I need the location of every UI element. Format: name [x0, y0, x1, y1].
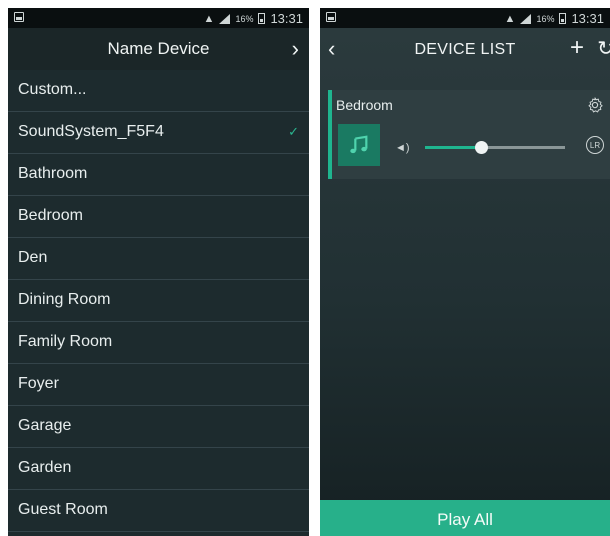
list-item[interactable]: Garage [8, 406, 309, 448]
refresh-icon[interactable]: ↻ [597, 36, 610, 61]
page-title: DEVICE LIST [414, 41, 516, 58]
title-bar: Name Device › [8, 28, 309, 70]
wifi-icon: ▲ [203, 12, 215, 25]
list-item[interactable]: Guest Room [8, 490, 309, 532]
status-bar: ▲ 16% 13:31 [8, 8, 309, 28]
list-item[interactable]: Dining Room [8, 280, 309, 322]
chevron-right-icon[interactable]: › [292, 36, 299, 62]
device-name: Bedroom [336, 97, 393, 113]
list-item-label: SoundSystem_F5F4 [18, 123, 164, 140]
device-list-screen: ▲ 16% 13:31 ‹ DEVICE LIST + ↻ Bedroom ◄) [320, 8, 610, 536]
name-device-screen: ▲ 16% 13:31 Name Device › Custom... Sound… [8, 8, 309, 536]
battery-percent: 16% [536, 13, 555, 24]
battery-icon [258, 13, 266, 24]
list-item-label: Garden [18, 459, 72, 476]
status-icons: ▲ 16% 13:31 [204, 11, 303, 26]
list-item-label: Guest Room [18, 501, 108, 518]
list-item[interactable]: Bedroom [8, 196, 309, 238]
album-art [338, 124, 380, 166]
list-item[interactable]: Garden [8, 448, 309, 490]
music-note-icon [350, 135, 368, 154]
battery-icon [559, 13, 567, 24]
nav-bar: ‹ DEVICE LIST + ↻ [320, 28, 610, 70]
play-all-button[interactable]: Play All [320, 500, 610, 536]
list-item-label: Bathroom [18, 165, 88, 182]
volume-fill [425, 146, 481, 149]
wifi-icon: ▲ [504, 12, 516, 25]
list-item-label: Foyer [18, 375, 59, 392]
speaker-icon: ◄) [395, 142, 410, 154]
signal-icon [219, 13, 231, 24]
status-icons: ▲ 16% 13:31 [505, 11, 604, 26]
room-name-list: Custom... SoundSystem_F5F4 ✓ Bathroom Bedroo… [8, 70, 309, 532]
volume-thumb[interactable] [475, 141, 488, 154]
clock: 13:31 [270, 11, 303, 26]
list-item-label: Garage [18, 417, 72, 434]
status-bar: ▲ 16% 13:31 [320, 8, 610, 28]
list-item-label: Bedroom [18, 207, 83, 224]
list-item[interactable]: Den [8, 238, 309, 280]
clock: 13:31 [571, 11, 604, 26]
screenshot-icon [14, 12, 24, 22]
page-title: Name Device [107, 39, 210, 58]
gear-icon[interactable] [586, 96, 604, 114]
screenshot-icon [326, 12, 336, 22]
plus-icon[interactable]: + [570, 34, 584, 62]
device-card[interactable]: Bedroom ◄) LR [328, 90, 610, 179]
list-item-label: Den [18, 249, 48, 266]
list-item[interactable]: Family Room [8, 322, 309, 364]
list-item[interactable]: Custom... [8, 70, 309, 112]
list-item-label: Custom... [18, 81, 87, 98]
list-item[interactable]: SoundSystem_F5F4 ✓ [8, 112, 309, 154]
battery-percent: 16% [235, 13, 254, 24]
volume-slider[interactable] [425, 141, 565, 154]
list-item-label: Family Room [18, 333, 113, 350]
check-icon: ✓ [288, 124, 299, 139]
list-item-label: Dining Room [18, 291, 111, 308]
signal-icon [520, 13, 532, 24]
list-item[interactable]: Bathroom [8, 154, 309, 196]
channel-badge[interactable]: LR [586, 136, 604, 154]
list-item[interactable]: Foyer [8, 364, 309, 406]
